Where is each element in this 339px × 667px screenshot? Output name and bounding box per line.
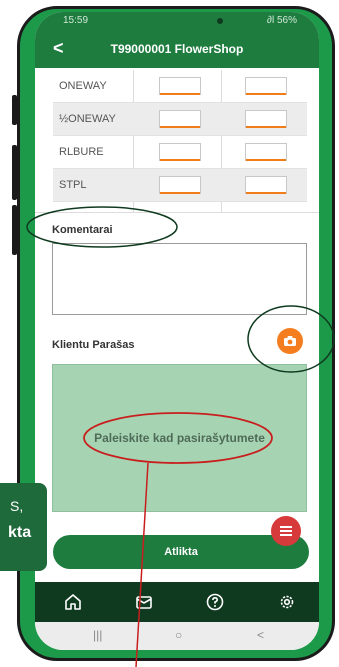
- bottom-nav: [35, 582, 319, 622]
- tooltip-text: S,: [10, 498, 24, 514]
- signature-label: Klientu Parašas: [52, 339, 135, 351]
- comments-label: Komentarai: [52, 224, 113, 236]
- tutorial-tooltip: S, kta: [0, 483, 47, 571]
- quantity-input[interactable]: [245, 110, 287, 128]
- nav-messages[interactable]: [134, 592, 154, 612]
- system-home-button[interactable]: ○: [175, 628, 182, 642]
- nav-help[interactable]: [205, 592, 225, 612]
- row-label: ONEWAY: [59, 80, 107, 92]
- status-time: 15:59: [63, 15, 89, 26]
- app-screen: 15:59 ∂l 56% < T99000001 FlowerShop ONEW…: [35, 12, 319, 650]
- quantity-input[interactable]: [159, 77, 201, 95]
- settings-icon: [280, 595, 294, 609]
- nav-home[interactable]: [63, 592, 83, 612]
- comments-input[interactable]: [52, 243, 307, 315]
- quantity-input[interactable]: [159, 176, 201, 194]
- quantity-input[interactable]: [245, 176, 287, 194]
- quantity-input[interactable]: [159, 110, 201, 128]
- signature-pad[interactable]: Paleiskite kad pasirašytumete: [52, 364, 307, 512]
- mail-icon: [136, 596, 152, 609]
- system-nav-bar: ||| ○ <: [35, 622, 319, 650]
- page-title: T99000001 FlowerShop: [110, 42, 244, 56]
- tooltip-text-bold: kta: [8, 524, 32, 541]
- submit-button[interactable]: Atlikta: [53, 535, 309, 569]
- quantity-input[interactable]: [245, 77, 287, 95]
- camera-icon: [284, 336, 296, 346]
- status-indicators: ∂l 56%: [267, 15, 297, 26]
- signature-hint: Paleiskite kad pasirašytumete: [94, 431, 265, 445]
- system-back-button[interactable]: <: [257, 628, 264, 642]
- service-table: ONEWAY ½ONEWAY RLBURE STPL: [53, 70, 307, 202]
- row-label: STPL: [59, 179, 87, 191]
- menu-fab[interactable]: [271, 516, 301, 546]
- recents-button[interactable]: |||: [93, 628, 102, 642]
- app-header: < T99000001 FlowerShop: [35, 30, 319, 68]
- nav-settings[interactable]: [277, 592, 297, 612]
- status-bar: 15:59 ∂l 56%: [35, 12, 319, 30]
- menu-icon: [280, 526, 292, 536]
- row-label: ½ONEWAY: [59, 113, 116, 125]
- help-icon: [206, 593, 224, 611]
- table-row: ½ONEWAY: [53, 103, 307, 136]
- camera-button[interactable]: [277, 328, 303, 354]
- table-row: STPL: [53, 169, 307, 202]
- row-label: RLBURE: [59, 146, 104, 158]
- home-icon: [65, 594, 81, 610]
- section-divider: [35, 212, 319, 213]
- table-row: RLBURE: [53, 136, 307, 169]
- camera-hole: [217, 18, 223, 24]
- quantity-input[interactable]: [245, 143, 287, 161]
- table-row: ONEWAY: [53, 70, 307, 103]
- quantity-input[interactable]: [159, 143, 201, 161]
